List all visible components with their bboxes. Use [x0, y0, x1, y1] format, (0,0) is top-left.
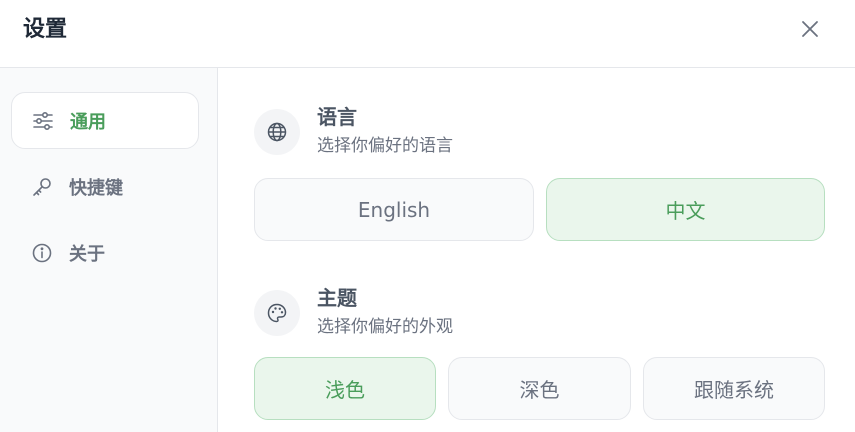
palette-icon: [254, 290, 300, 336]
sidebar-item-label: 通用: [70, 111, 106, 133]
language-section-header: 语言 选择你偏好的语言: [254, 105, 814, 165]
close-icon: [802, 21, 818, 37]
sidebar-item-shortcuts[interactable]: 快捷键: [11, 158, 199, 215]
dialog-header: 设置: [0, 0, 855, 68]
settings-dialog: 设置 通用 快捷键 关于 语言 选择你偏好的语言 English 中文 主题 选…: [0, 0, 855, 432]
language-title: 语言: [317, 105, 357, 129]
theme-option-light[interactable]: 浅色: [254, 357, 436, 420]
sidebar: 通用 快捷键 关于: [0, 68, 218, 432]
theme-option-dark[interactable]: 深色: [448, 357, 631, 420]
language-description: 选择你偏好的语言: [317, 136, 453, 156]
language-option-english[interactable]: English: [254, 178, 534, 241]
theme-section-header: 主题 选择你偏好的外观: [254, 286, 814, 346]
sidebar-item-label: 关于: [69, 243, 105, 265]
theme-title: 主题: [317, 286, 357, 310]
sidebar-item-general[interactable]: 通用: [11, 92, 199, 149]
theme-description: 选择你偏好的外观: [317, 317, 453, 337]
dialog-title: 设置: [23, 17, 68, 42]
globe-icon: [254, 109, 300, 155]
key-icon: [31, 176, 53, 198]
sidebar-item-about[interactable]: 关于: [11, 224, 199, 281]
info-icon: [31, 242, 53, 264]
sidebar-item-label: 快捷键: [69, 177, 123, 199]
close-button[interactable]: [793, 12, 827, 46]
sliders-icon: [32, 110, 54, 132]
theme-option-system[interactable]: 跟随系统: [643, 357, 825, 420]
language-option-chinese[interactable]: 中文: [546, 178, 825, 241]
